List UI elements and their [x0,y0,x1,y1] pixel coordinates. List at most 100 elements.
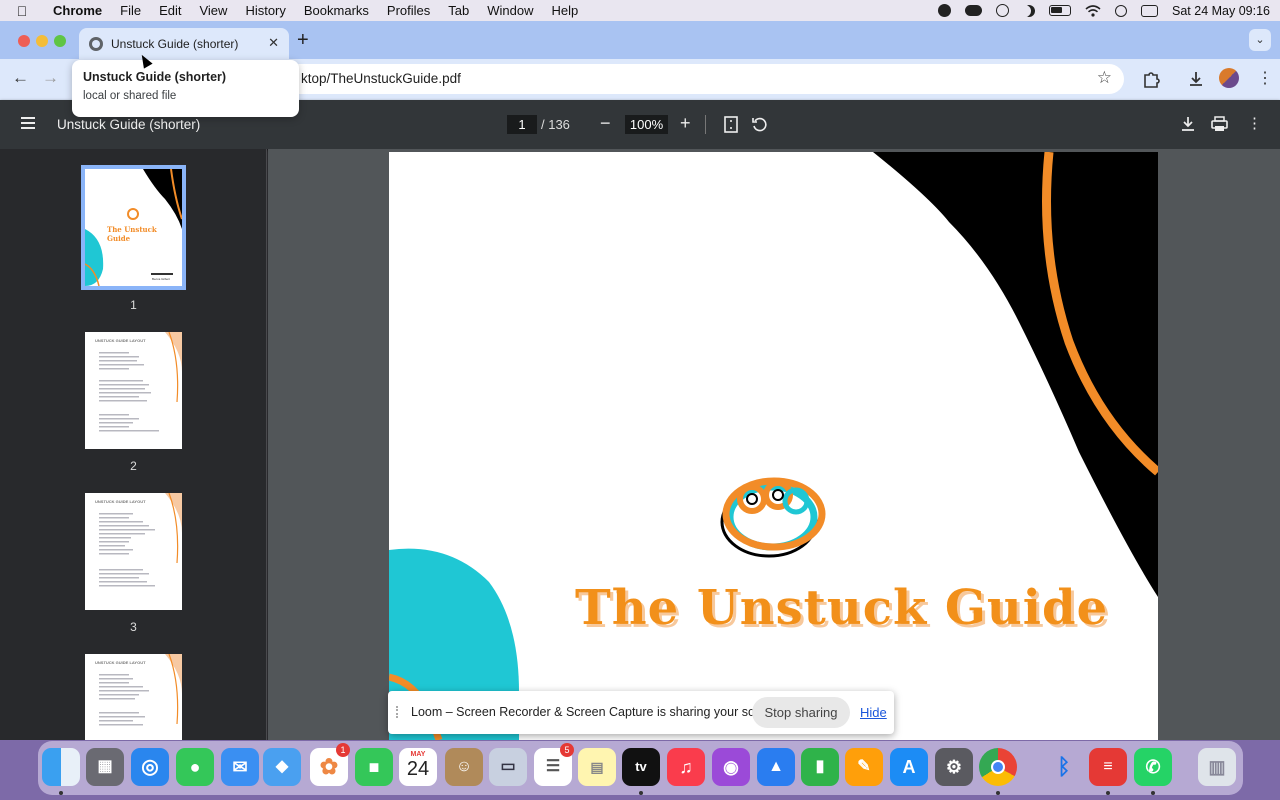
thumbnail-2-lines [99,332,182,432]
print-icon[interactable] [1211,116,1228,132]
zoom-level-input[interactable]: 100% [625,115,668,134]
battery-icon[interactable] [1049,5,1072,16]
unstuck-knot-logo-icon [720,477,826,558]
stop-sharing-button[interactable]: Stop sharing [752,697,850,728]
macos-menu-bar:  Chrome File Edit View History Bookmark… [0,0,1280,21]
page-number-input[interactable]: 1 [507,115,537,134]
menu-bookmarks[interactable]: Bookmarks [295,3,378,18]
podcasts-icon[interactable]: ◉ [712,748,750,786]
contacts-icon[interactable]: ☺ [445,748,483,786]
safari-icon[interactable]: ◎ [131,748,169,786]
hover-card-subtitle: local or shared file [83,90,177,102]
minimize-window-button[interactable] [36,35,48,47]
tab-strip: Unstuck Guide (shorter) ✕ + ⌄ [0,21,1280,59]
notes-icon[interactable]: ▤ [578,748,616,786]
bluetooth-icon[interactable]: ᛒ [1045,748,1083,786]
trash-icon[interactable]: ▥ [1198,748,1236,786]
zoom-in-button[interactable]: + [680,113,691,134]
dock: ▦ ◎ ● ✉ ◆ ✿ 1 ■ MAY 24 ☺ ▭ ☰ 5 ▤ tv ♫ ◉ … [38,741,1243,795]
creative-cloud-icon[interactable] [965,5,983,16]
preview-icon[interactable]: ▭ [489,748,527,786]
close-tab-icon[interactable]: ✕ [268,35,279,51]
menu-help[interactable]: Help [543,3,588,18]
menu-tab[interactable]: Tab [439,3,478,18]
extensions-puzzle-icon[interactable] [1142,70,1160,88]
menu-window[interactable]: Window [478,3,542,18]
new-tab-button[interactable]: + [297,29,309,52]
wifi-icon[interactable] [1085,4,1101,17]
pdf-document-title: Unstuck Guide (shorter) [57,117,201,132]
thumbnail-page-2[interactable]: UNSTUCK GUIDE LAYOUT [85,332,182,449]
thumbnail-4-lines [99,654,182,726]
thumbnail-page-3[interactable]: UNSTUCK GUIDE LAYOUT [85,493,182,610]
thumbnail-1-heading: The Unstuck Guide [107,225,157,243]
media-play-icon[interactable] [996,4,1010,17]
tv-label: tv [635,759,647,774]
url-text[interactable]: ktop/TheUnstuckGuide.pdf [301,71,461,86]
maps-icon[interactable]: ◆ [263,748,301,786]
profile-avatar[interactable] [1219,68,1239,88]
hide-link[interactable]: Hide [860,705,887,720]
fit-to-page-icon[interactable] [724,116,738,133]
forward-arrow-icon[interactable]: → [42,68,59,88]
finder-icon[interactable] [42,748,80,786]
calendar-month: MAY [410,751,426,758]
whatsapp-icon[interactable]: ✆ [1134,748,1172,786]
numbers-icon[interactable]: ▮ [801,748,839,786]
focus-moon-icon[interactable] [1023,5,1035,17]
toolbar-divider [705,115,706,134]
bookmark-star-icon[interactable]: ☆ [1097,68,1112,88]
thumbnail-3-lines [99,493,182,587]
brightness-icon[interactable] [938,4,952,17]
whatsapp-running-dot [1151,791,1155,795]
mail-icon[interactable]: ✉ [221,748,259,786]
downloads-icon[interactable] [1187,70,1205,88]
apple-menu-icon[interactable]:  [0,3,44,19]
messages-icon[interactable]: ● [176,748,214,786]
reminders-badge: 5 [560,743,574,757]
spotlight-search-icon[interactable] [1115,4,1128,17]
tab-search-button[interactable]: ⌄ [1249,29,1271,51]
control-center-icon[interactable] [1141,4,1159,17]
system-settings-icon[interactable]: ⚙ [935,748,973,786]
chrome-dock-icon[interactable] [979,748,1017,786]
facetime-icon[interactable]: ■ [355,748,393,786]
back-arrow-icon[interactable]: ← [12,68,29,88]
pdf-download-icon[interactable] [1180,116,1196,132]
tab-unstuck-guide[interactable]: Unstuck Guide (shorter) ✕ [79,28,289,59]
calendar-icon[interactable]: MAY 24 [399,748,437,786]
rotate-icon[interactable] [751,116,768,133]
launchpad-icon[interactable]: ▦ [86,748,124,786]
zoom-window-button[interactable] [54,35,66,47]
cast-running-dot [1106,791,1110,795]
zoom-out-button[interactable]: − [600,113,611,134]
music-icon[interactable]: ♫ [667,748,705,786]
thumbnail-label-1: 1 [130,298,137,312]
page-total: / 136 [541,117,570,132]
drag-handle-icon[interactable] [396,706,400,718]
menu-app-name[interactable]: Chrome [44,3,111,18]
thumbnail-page-1[interactable]: The Unstuck Guide Becca Gilbert [81,165,186,290]
menu-view[interactable]: View [190,3,236,18]
chrome-menu-icon[interactable]: ⋮ [1257,68,1273,88]
keynote-icon[interactable]: ▲ [757,748,795,786]
thumbnail-page-4[interactable]: UNSTUCK GUIDE LAYOUT [85,654,182,740]
pdf-page-1[interactable]: The Unstuck Guide [389,152,1158,740]
menu-history[interactable]: History [236,3,294,18]
menu-edit[interactable]: Edit [150,3,190,18]
apple-tv-icon[interactable]: tv [622,748,660,786]
menu-file[interactable]: File [111,3,150,18]
menubar-clock[interactable]: Sat 24 May 09:16 [1172,4,1270,18]
finder-running-dot [59,791,63,795]
cover-title: The Unstuck Guide [575,580,1109,636]
sidebar-menu-icon[interactable] [21,117,35,129]
cast-app-icon[interactable]: ≡ [1089,748,1127,786]
close-window-button[interactable] [18,35,30,47]
pdf-more-icon[interactable]: ⋮ [1247,114,1262,132]
app-store-icon[interactable]: A [890,748,928,786]
menu-profiles[interactable]: Profiles [378,3,439,18]
loom-sharing-message: Loom – Screen Recorder & Screen Capture … [411,705,783,719]
loom-sharing-bar: Loom – Screen Recorder & Screen Capture … [388,691,894,734]
pages-icon[interactable]: ✎ [845,748,883,786]
chrome-running-dot [996,791,1000,795]
